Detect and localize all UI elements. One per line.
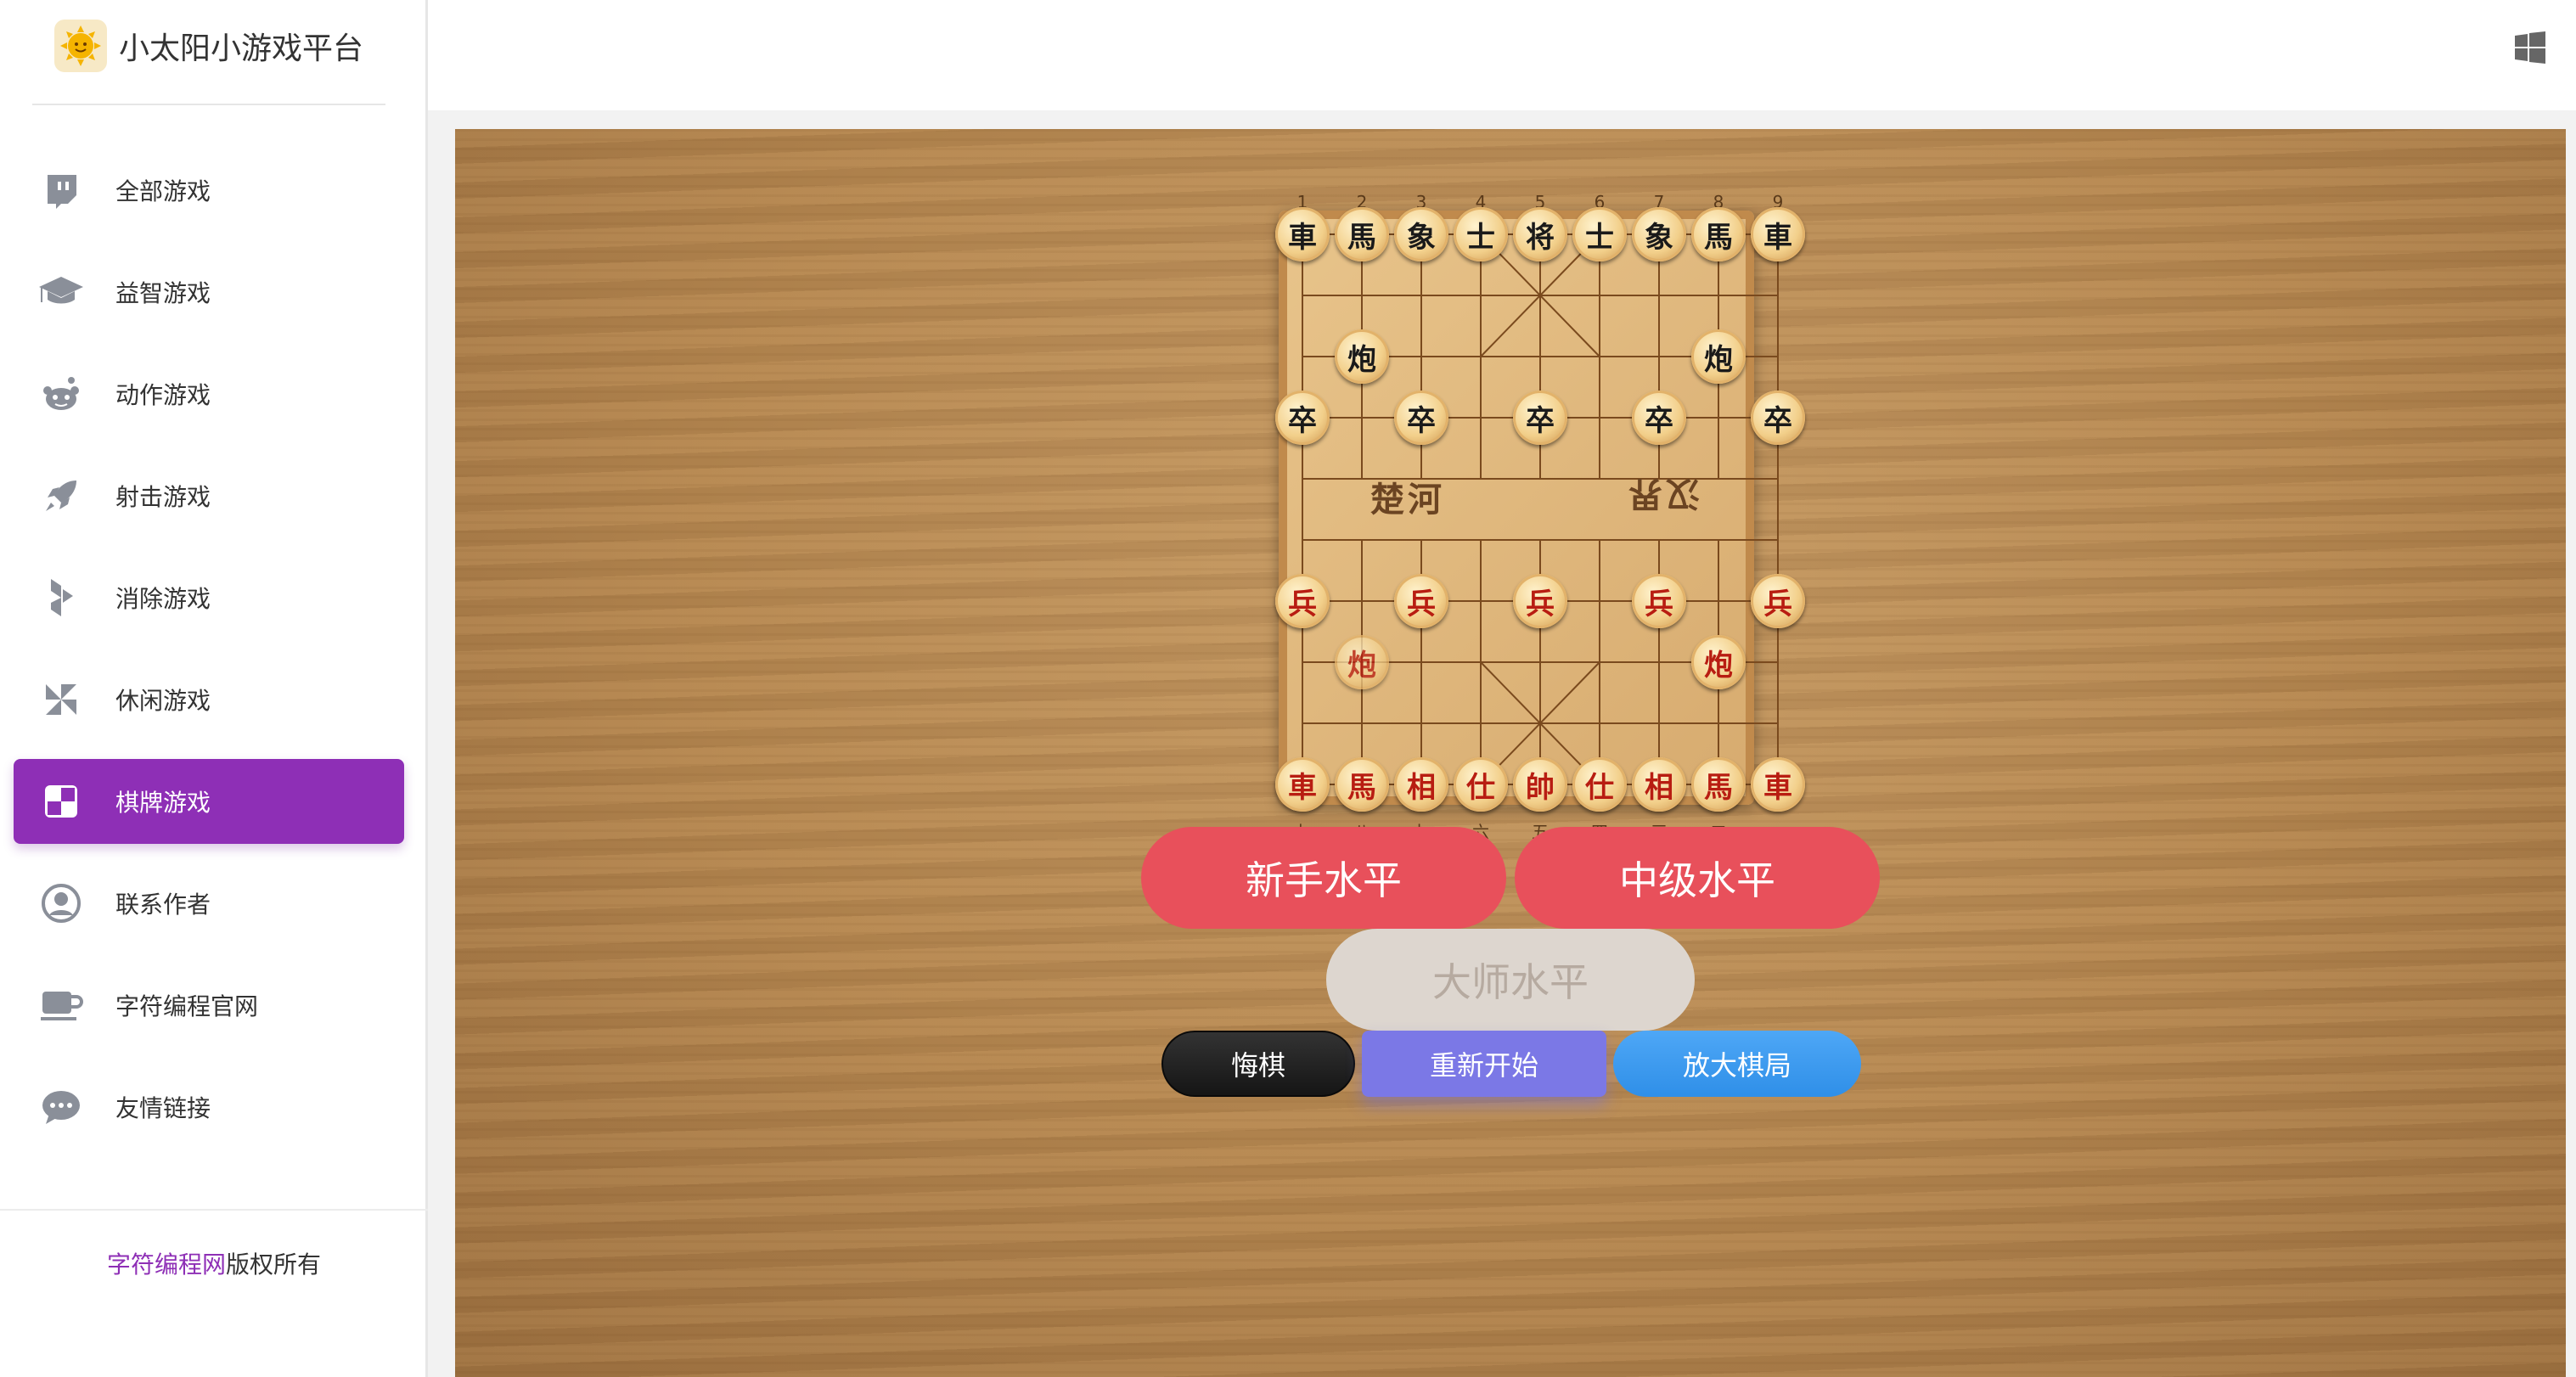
black-chess-piece[interactable]: 卒 [1394,391,1448,445]
black-chess-piece[interactable]: 車 [1275,207,1330,261]
coffee-cup-icon [37,981,85,1029]
master-level-button[interactable]: 大师水平 [1326,929,1695,1031]
red-chess-piece[interactable]: 兵 [1394,574,1448,628]
top-header [428,0,2576,110]
black-chess-piece[interactable]: 車 [1751,207,1805,261]
rocket-icon [37,472,85,520]
red-chess-piece[interactable]: 馬 [1691,757,1746,812]
brand[interactable]: 小太阳小游戏平台 [54,20,364,72]
checkerboard-icon [37,778,85,825]
black-chess-piece[interactable]: 卒 [1751,391,1805,445]
sidebar-item-label: 友情链接 [115,1094,211,1122]
sidebar-item-shooting-games[interactable]: 射击游戏 [14,453,404,538]
windows-icon[interactable] [2513,31,2547,65]
footer-brand-link[interactable]: 字符编程网 [107,1251,226,1279]
black-chess-piece[interactable]: 士 [1572,207,1627,261]
hubspot-icon [37,574,85,621]
black-chess-piece[interactable]: 卒 [1513,391,1567,445]
black-chess-piece[interactable]: 卒 [1632,391,1686,445]
red-chess-piece[interactable]: 馬 [1335,757,1389,812]
sidebar-item-casual-games[interactable]: 休闲游戏 [14,657,404,742]
twitch-icon [37,166,85,214]
sidebar-item-contact-author[interactable]: 联系作者 [14,861,404,946]
river-left-label: 楚河 [1370,480,1445,520]
red-chess-piece[interactable]: 相 [1394,757,1448,812]
sidebar-item-friend-links[interactable]: 友情链接 [14,1065,404,1149]
sidebar: 小太阳小游戏平台 全部游戏 益智游戏 动作游戏 射击游戏 消除游戏 休闲游戏 棋… [0,0,428,1377]
sidebar-item-label: 动作游戏 [115,381,211,409]
sidebar-item-label: 消除游戏 [115,585,211,613]
red-chess-piece[interactable]: 兵 [1751,574,1805,628]
black-chess-piece[interactable]: 象 [1394,207,1448,261]
black-chess-piece[interactable]: 将 [1513,207,1567,261]
undo-button[interactable]: 悔棋 [1161,1031,1355,1097]
sidebar-item-label: 棋牌游戏 [115,789,211,817]
red-chess-piece[interactable]: 相 [1632,757,1686,812]
divider [32,104,385,105]
chat-bubble-icon [37,1083,85,1131]
brand-title: 小太阳小游戏平台 [119,31,364,66]
sidebar-item-label: 益智游戏 [115,279,211,307]
sidebar-item-label: 联系作者 [115,891,211,919]
red-chess-piece[interactable]: 仕 [1454,757,1508,812]
sidebar-item-official-site[interactable]: 字符编程官网 [14,963,404,1048]
sidebar-item-action-games[interactable]: 动作游戏 [14,351,404,436]
black-chess-piece[interactable]: 象 [1632,207,1686,261]
red-chess-piece[interactable]: 炮 [1335,635,1389,689]
red-chess-piece[interactable]: 車 [1275,757,1330,812]
red-chess-piece[interactable]: 帥 [1513,757,1567,812]
pinwheel-icon [37,676,85,723]
sidebar-item-label: 全部游戏 [115,177,211,205]
game-area: 123456789九八七六五四三二一 楚河 汉界 車馬象士将士象馬車炮炮卒卒卒卒… [455,129,2566,1377]
red-chess-piece[interactable]: 炮 [1691,635,1746,689]
black-chess-piece[interactable]: 炮 [1335,329,1389,384]
reddit-icon [37,370,85,418]
divider [0,1209,428,1211]
sidebar-item-puzzle-games[interactable]: 益智游戏 [14,250,404,334]
black-chess-piece[interactable]: 士 [1454,207,1508,261]
graduation-cap-icon [37,268,85,316]
footer-suffix: 版权所有 [226,1251,322,1279]
sidebar-item-all-games[interactable]: 全部游戏 [14,148,404,233]
enlarge-board-button[interactable]: 放大棋局 [1613,1031,1861,1097]
red-chess-piece[interactable]: 仕 [1572,757,1627,812]
sun-logo-icon [54,20,107,72]
red-chess-piece[interactable]: 兵 [1632,574,1686,628]
sidebar-item-board-games[interactable]: 棋牌游戏 [14,759,404,844]
intermediate-level-button[interactable]: 中级水平 [1515,827,1880,929]
chess-board[interactable]: 123456789九八七六五四三二一 楚河 汉界 車馬象士将士象馬車炮炮卒卒卒卒… [1243,149,1837,863]
red-chess-piece[interactable]: 車 [1751,757,1805,812]
copyright-footer: 字符编程网版权所有 [0,1246,428,1280]
restart-button[interactable]: 重新开始 [1362,1031,1606,1097]
black-chess-piece[interactable]: 卒 [1275,391,1330,445]
red-chess-piece[interactable]: 兵 [1275,574,1330,628]
black-chess-piece[interactable]: 炮 [1691,329,1746,384]
sidebar-item-match-games[interactable]: 消除游戏 [14,555,404,640]
sidebar-item-label: 字符编程官网 [115,992,259,1020]
black-chess-piece[interactable]: 馬 [1691,207,1746,261]
black-chess-piece[interactable]: 馬 [1335,207,1389,261]
novice-level-button[interactable]: 新手水平 [1141,827,1506,929]
user-circle-icon [37,880,85,927]
sidebar-item-label: 休闲游戏 [115,687,211,715]
river-right-label: 汉界 [1625,474,1700,514]
sidebar-item-label: 射击游戏 [115,483,211,511]
red-chess-piece[interactable]: 兵 [1513,574,1567,628]
